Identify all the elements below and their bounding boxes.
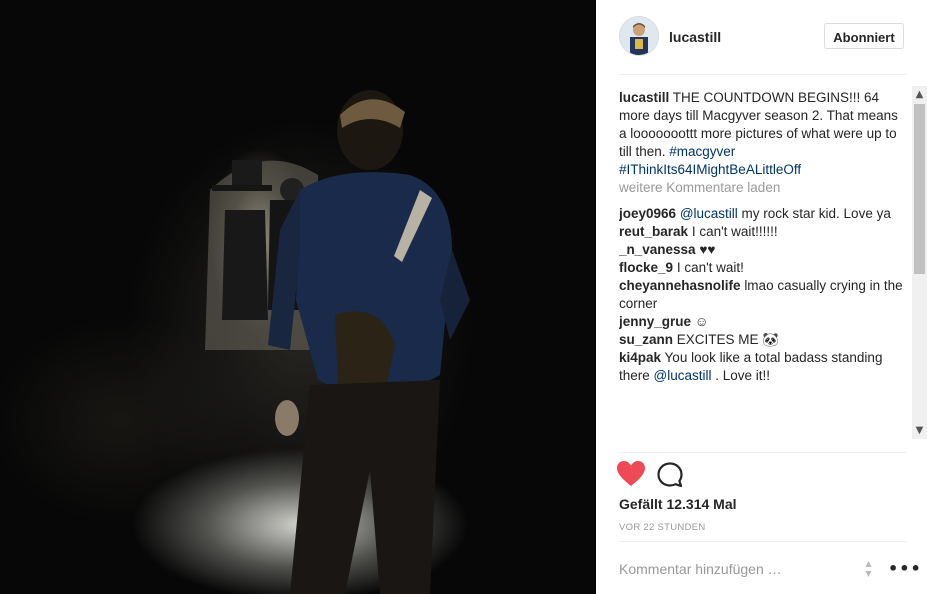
- photo-scene: [205, 90, 470, 594]
- avatar[interactable]: [619, 16, 659, 56]
- comment-username[interactable]: su_zann: [619, 332, 673, 347]
- crew-body: [222, 210, 268, 320]
- comment-text: ☺: [694, 314, 709, 329]
- heart-icon[interactable]: [616, 460, 646, 488]
- divider: [619, 452, 906, 453]
- comment-username[interactable]: joey0966: [619, 206, 676, 221]
- post-sidebar: lucastill Abonniert lucastill THE COUNTD…: [596, 0, 927, 594]
- comment-username[interactable]: reut_barak: [619, 224, 688, 239]
- comments-list[interactable]: lucastill THE COUNTDOWN BEGINS!!! 64 mor…: [619, 89, 907, 451]
- header-username[interactable]: lucastill: [669, 29, 721, 45]
- post-actions: [616, 460, 736, 488]
- comment-username[interactable]: jenny_grue: [619, 314, 691, 329]
- man-pants: [290, 380, 440, 594]
- load-more-comments-link[interactable]: weitere Kommentare laden: [619, 179, 907, 197]
- post-timestamp[interactable]: VOR 22 STUNDEN: [619, 522, 706, 533]
- hashtag-link[interactable]: #IThinkIts64IMightBeALittleOff: [619, 162, 801, 177]
- divider: [619, 74, 906, 75]
- like-count[interactable]: Gefällt 12.314 Mal: [619, 496, 737, 512]
- comment-text: . Love it!!: [711, 368, 771, 383]
- comment-username[interactable]: ki4pak: [619, 350, 661, 365]
- comment-bubble-icon[interactable]: [656, 461, 684, 489]
- comment-item: cheyannehasnolife lmao casually crying i…: [619, 277, 907, 313]
- comment-text: my rock star kid. Love ya: [737, 206, 891, 221]
- post-header: lucastill Abonniert: [596, 0, 927, 74]
- comment-username[interactable]: flocke_9: [619, 260, 673, 275]
- add-comment-input[interactable]: [619, 558, 849, 580]
- avatar-image: [620, 17, 658, 55]
- caption-username[interactable]: lucastill: [619, 90, 669, 105]
- more-options-button[interactable]: •••: [888, 559, 922, 578]
- post-photo[interactable]: [0, 0, 596, 594]
- man-hand: [275, 400, 299, 436]
- comment-text: I can't wait!!!!!!: [691, 224, 778, 239]
- comment-username[interactable]: cheyannehasnolife: [619, 278, 741, 293]
- mention-link[interactable]: @lucastill: [654, 368, 712, 383]
- comment-item: su_zann EXCITES ME 🐼: [619, 331, 907, 349]
- scroll-up-arrow-icon[interactable]: ▲: [912, 86, 927, 103]
- comment-item: reut_barak I can't wait!!!!!!: [619, 223, 907, 241]
- comment-text: EXCITES ME 🐼: [676, 332, 780, 347]
- comments-scrollbar[interactable]: ▲ ▼: [912, 86, 927, 439]
- comment-item: flocke_9 I can't wait!: [619, 259, 907, 277]
- resize-spinner-icon[interactable]: ▲ ▼: [863, 559, 874, 579]
- caption: lucastill THE COUNTDOWN BEGINS!!! 64 mor…: [619, 89, 907, 179]
- mention-link[interactable]: @lucastill: [680, 206, 738, 221]
- hashtag-link[interactable]: #macgyver: [669, 144, 735, 159]
- scrollbar-thumb[interactable]: [914, 104, 925, 274]
- comment-username[interactable]: _n_vanessa: [619, 242, 696, 257]
- scroll-down-arrow-icon[interactable]: ▼: [912, 422, 927, 439]
- comment-item: joey0966 @lucastill my rock star kid. Lo…: [619, 205, 907, 223]
- comment-item: ki4pak You look like a total badass stan…: [619, 349, 907, 385]
- comment-item: _n_vanessa ♥♥: [619, 241, 907, 259]
- comment-text: ♥♥: [699, 242, 716, 257]
- divider: [619, 541, 906, 542]
- comment-item: jenny_grue ☺: [619, 313, 907, 331]
- following-button[interactable]: Abonniert: [824, 23, 904, 49]
- comment-text: I can't wait!: [676, 260, 744, 275]
